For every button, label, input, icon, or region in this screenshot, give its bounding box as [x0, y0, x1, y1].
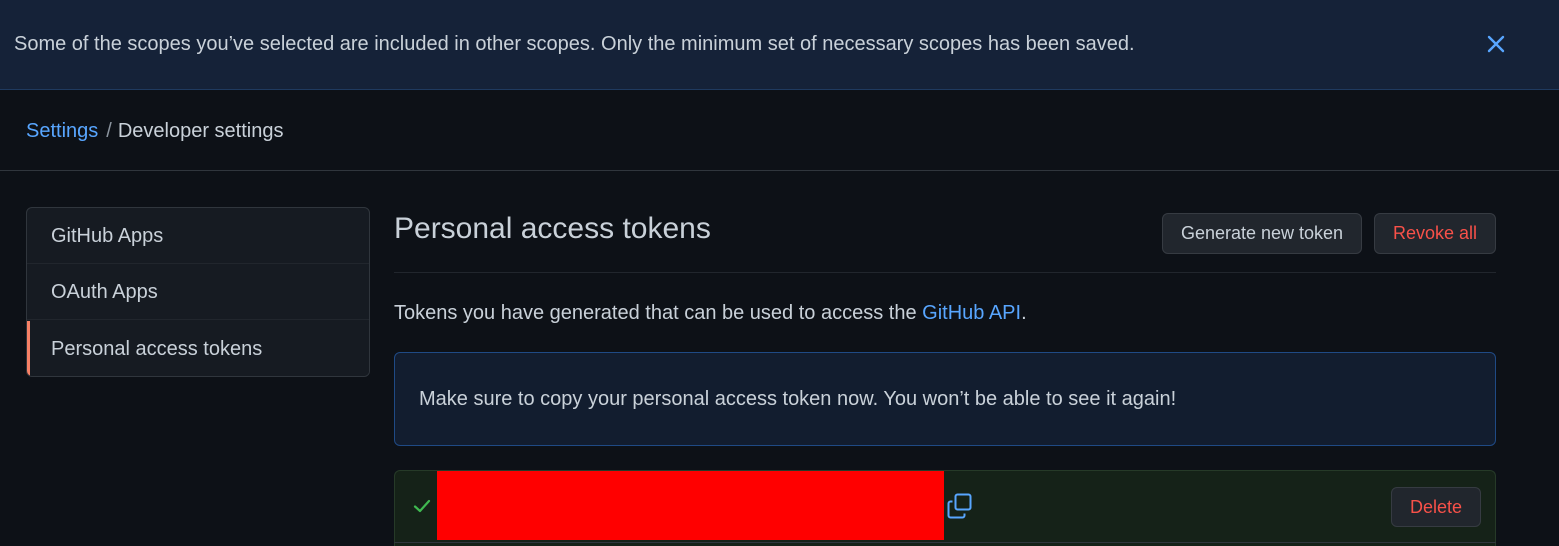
description-suffix: .	[1021, 302, 1027, 324]
copy-icon[interactable]	[947, 493, 973, 519]
sidebar-item-github-apps[interactable]: GitHub Apps	[27, 208, 369, 264]
sidebar-item-label: OAuth Apps	[51, 281, 158, 303]
copy-token-notice: Make sure to copy your personal access t…	[394, 352, 1496, 446]
token-row-divider	[394, 542, 1496, 543]
flash-message: Some of the scopes you’ve selected are i…	[14, 33, 1135, 55]
page-title: Personal access tokens	[394, 212, 711, 245]
developer-settings-sidebar: GitHub Apps OAuth Apps Personal access t…	[26, 207, 370, 377]
delete-token-button[interactable]: Delete	[1391, 487, 1481, 527]
description-text: Tokens you have generated that can be us…	[394, 302, 923, 324]
tokens-description: Tokens you have generated that can be us…	[394, 301, 1027, 325]
sidebar-item-personal-access-tokens[interactable]: Personal access tokens	[27, 321, 369, 376]
sidebar-item-label: Personal access tokens	[51, 338, 263, 360]
revoke-all-button[interactable]: Revoke all	[1374, 213, 1496, 254]
close-icon[interactable]	[1484, 32, 1508, 56]
breadcrumb-settings-link[interactable]: Settings	[26, 120, 98, 142]
title-divider	[394, 272, 1496, 273]
notice-message: Make sure to copy your personal access t…	[419, 388, 1177, 410]
breadcrumb-separator: /	[106, 120, 112, 142]
check-icon	[413, 499, 431, 513]
sidebar-item-label: GitHub Apps	[51, 225, 164, 247]
generate-new-token-button[interactable]: Generate new token	[1162, 213, 1362, 254]
breadcrumb: Settings / Developer settings	[26, 119, 283, 143]
github-api-link[interactable]: GitHub API	[922, 302, 1021, 324]
token-value-redacted[interactable]	[437, 471, 944, 540]
token-row: Delete	[394, 470, 1496, 546]
breadcrumb-bar: Settings / Developer settings	[0, 91, 1559, 171]
sidebar-item-oauth-apps[interactable]: OAuth Apps	[27, 264, 369, 320]
flash-banner: Some of the scopes you’ve selected are i…	[0, 0, 1559, 90]
breadcrumb-current: Developer settings	[117, 120, 284, 142]
